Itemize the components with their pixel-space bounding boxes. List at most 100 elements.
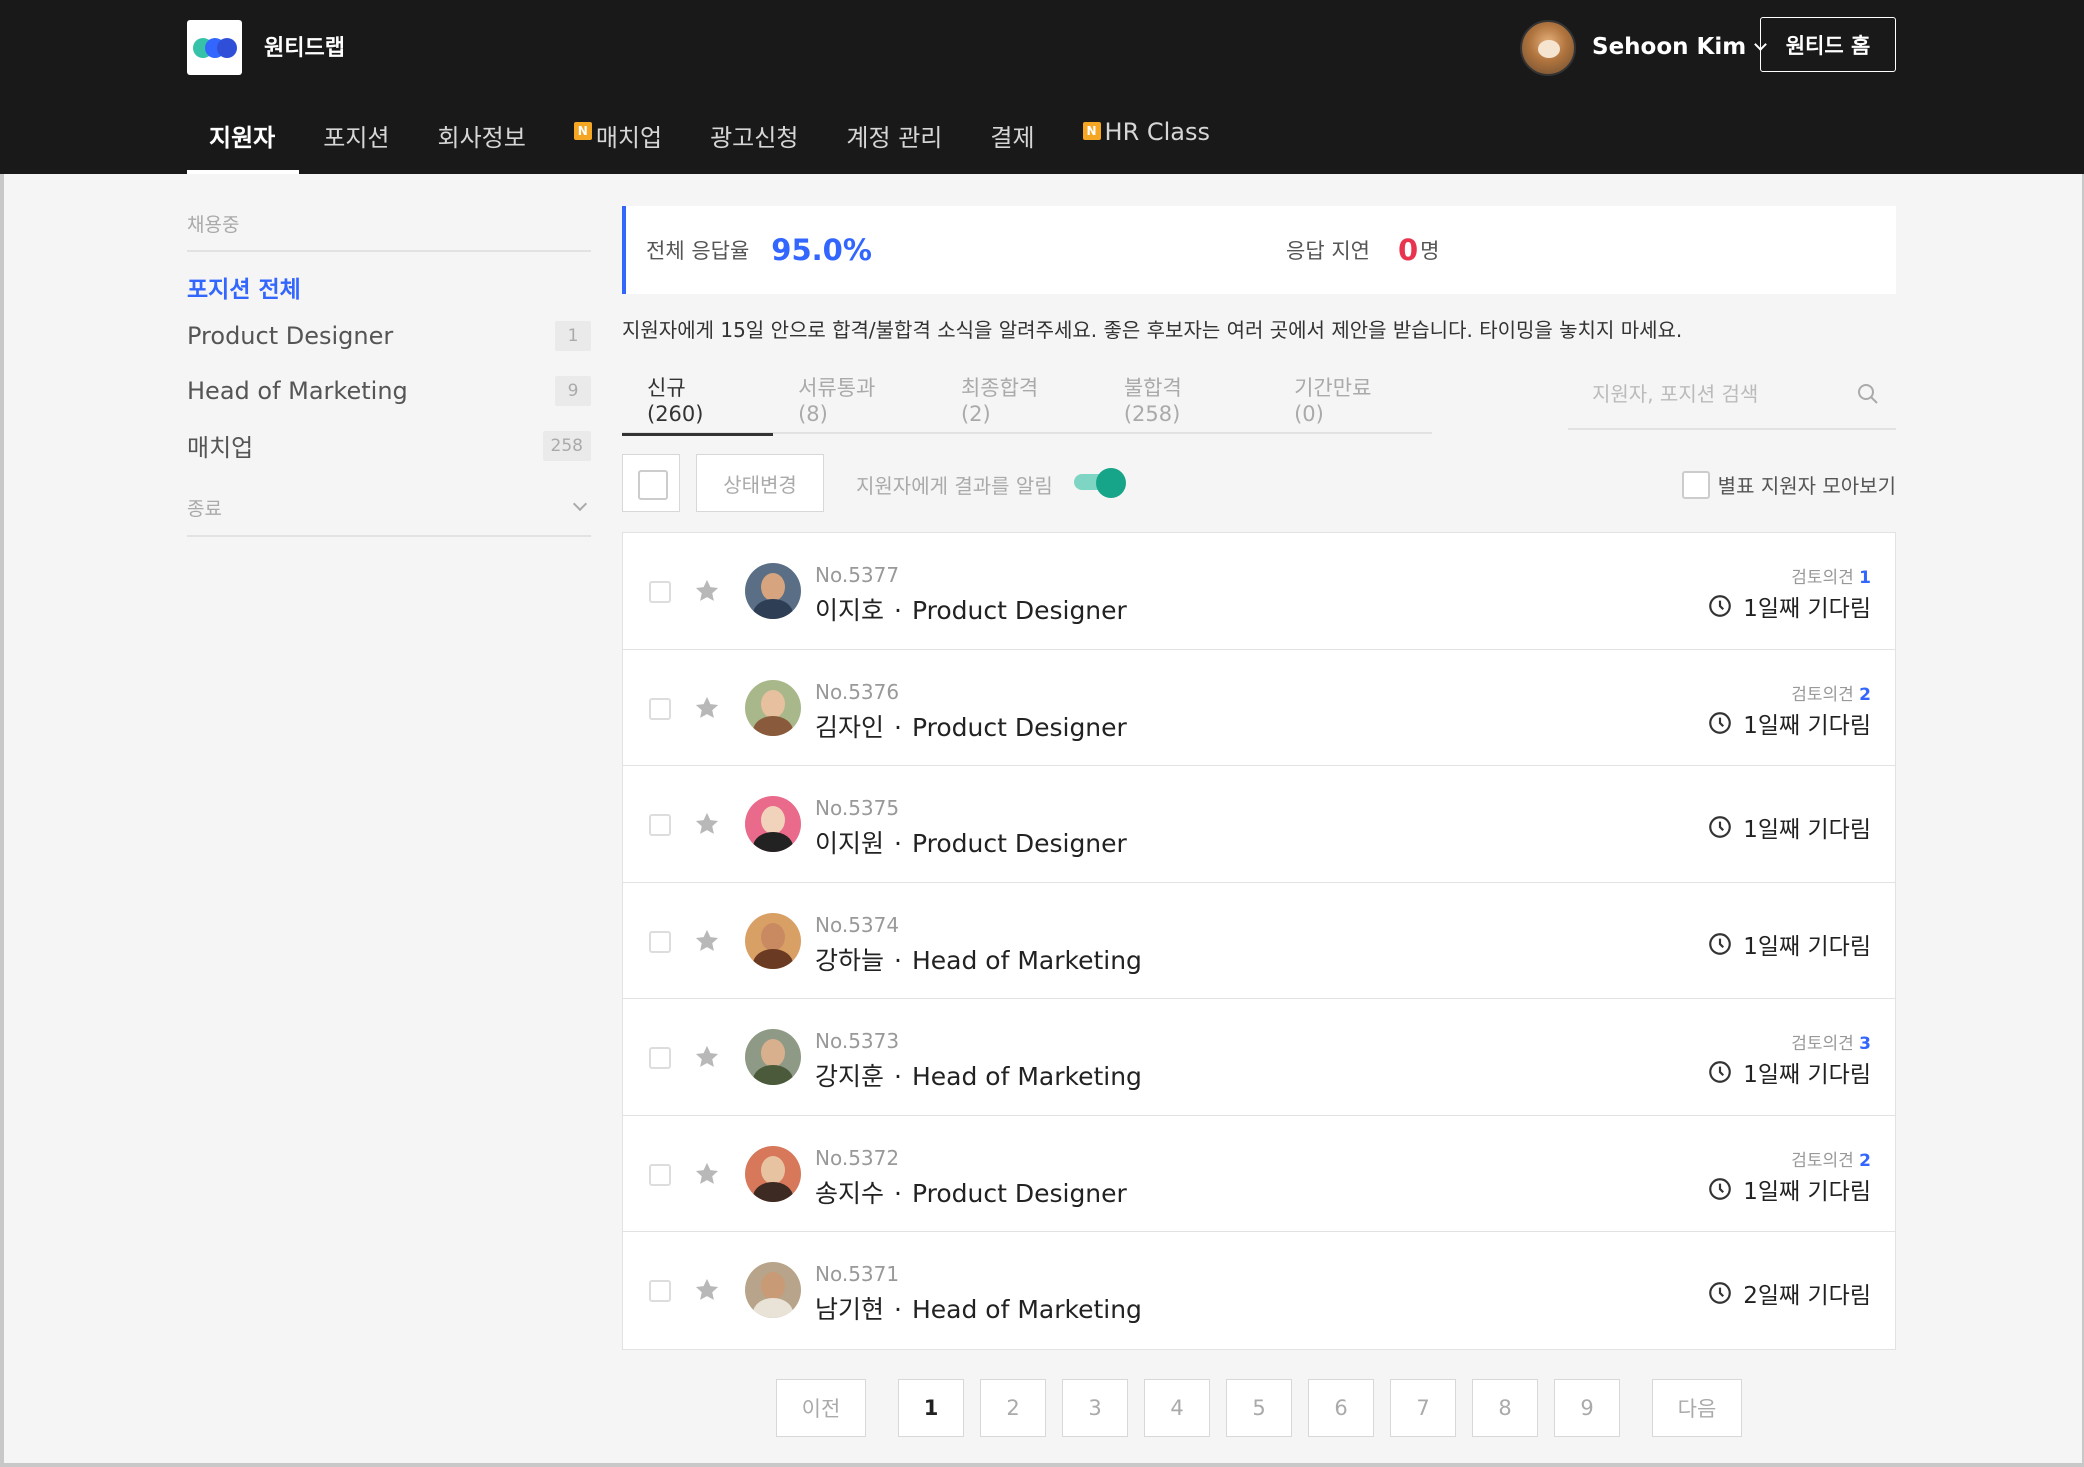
sidebar-item-label: Head of Marketing (187, 376, 408, 405)
applicant-row[interactable]: No.5377 이지호 · Product Designer 검토의견 1 1일째 … (623, 533, 1895, 650)
top-header: 원티드랩 Sehoon Kim 원티드 홈 지원자 포지션 회사정보 N 매치업 … (0, 0, 2084, 174)
page-button-5[interactable]: 5 (1226, 1379, 1292, 1437)
applicant-row[interactable]: No.5371 남기현 · Head of Marketing 2일째 기다림 (623, 1232, 1895, 1349)
page-button-7[interactable]: 7 (1390, 1379, 1456, 1437)
select-all-checkbox[interactable] (622, 454, 680, 512)
search-icon[interactable] (1856, 382, 1880, 406)
tab-document-passed[interactable]: 서류통과 (8) (773, 364, 936, 434)
applicant-name: 김자인 (815, 712, 885, 742)
applicant-name: 강하늘 (815, 945, 885, 975)
applicant-row[interactable]: No.5372 송지수 · Product Designer 검토의견 2 1일째 … (623, 1116, 1895, 1232)
star-icon[interactable] (693, 810, 721, 838)
review-number: 2 (1859, 1150, 1871, 1171)
page-button-6[interactable]: 6 (1308, 1379, 1374, 1437)
sidebar-section-ended[interactable]: 종료 (187, 473, 591, 537)
nav-label: HR Class (1104, 118, 1211, 146)
page-button-2[interactable]: 2 (980, 1379, 1046, 1437)
star-icon[interactable] (693, 1043, 721, 1071)
wait-days: 2일째 기다림 (1743, 1283, 1871, 1309)
applicant-row[interactable]: No.5373 강지훈 · Head of Marketing 검토의견 3 1일째… (623, 999, 1895, 1116)
applicant-title: 남기현 · Head of Marketing (815, 1295, 1142, 1324)
applicant-avatar (745, 1145, 801, 1202)
sidebar-item-matchup[interactable]: 매치업 258 (187, 418, 591, 473)
wait-days: 1일째 기다림 (1743, 712, 1871, 739)
applicant-row[interactable]: No.5376 김자인 · Product Designer 검토의견 2 1일째 … (623, 650, 1895, 766)
company-logo[interactable] (187, 20, 242, 75)
row-checkbox[interactable] (649, 697, 671, 720)
applicant-title: 이지원 · Product Designer (815, 829, 1127, 858)
search-input[interactable] (1592, 374, 1852, 414)
sidebar-item-all-positions[interactable]: 포지션 전체 (187, 270, 591, 308)
applicant-number: No.5376 (815, 679, 900, 704)
page-button-9[interactable]: 9 (1554, 1379, 1620, 1437)
brand-name: 원티드랩 (264, 36, 345, 61)
nav-label: 회사정보 (437, 124, 526, 152)
page-button-4[interactable]: 4 (1144, 1379, 1210, 1437)
tab-rejected[interactable]: 불합격 (258) (1099, 364, 1269, 434)
page-button-1[interactable]: 1 (898, 1379, 964, 1437)
nav-item-ads[interactable]: 광고신청 (686, 108, 822, 174)
toggle-knob (1096, 468, 1126, 498)
user-avatar[interactable] (1520, 20, 1576, 76)
wait-days: 1일째 기다림 (1743, 1062, 1871, 1088)
applicant-title: 김자인 · Product Designer (815, 712, 1127, 742)
wait-status: 1일째 기다림 (1707, 810, 1871, 844)
tab-expired[interactable]: 기간만료 (0) (1269, 364, 1432, 434)
applicant-name: 남기현 (815, 1295, 885, 1324)
star-icon[interactable] (693, 1160, 721, 1188)
new-badge-icon: N (1082, 122, 1101, 140)
review-count: 검토의견 3 (1791, 1029, 1871, 1054)
tab-final-accepted[interactable]: 최종합격 (2) (936, 364, 1099, 434)
wait-days: 1일째 기다림 (1743, 817, 1871, 843)
applicant-avatar (745, 1029, 801, 1085)
row-checkbox[interactable] (649, 581, 671, 603)
nav-item-positions[interactable]: 포지션 (299, 108, 413, 174)
wanted-home-button[interactable]: 원티드 홈 (1760, 17, 1896, 72)
status-tabs: 신규 (260) 서류통과 (8) 최종합격 (2) 불합격 (258) 기간만… (622, 364, 1432, 436)
applicant-row[interactable]: No.5374 강하늘 · Head of Marketing 1일째 기다림 (623, 883, 1895, 999)
notify-applicant-toggle[interactable] (1074, 468, 1126, 498)
response-delay-label: 응답 지연 (1286, 239, 1370, 263)
applicant-title: 강하늘 · Head of Marketing (815, 945, 1142, 975)
review-number: 1 (1859, 568, 1871, 588)
nav-item-payment[interactable]: 결제 (966, 108, 1058, 174)
starred-filter-checkbox[interactable] (1681, 470, 1710, 499)
applicant-avatar (745, 1262, 801, 1318)
page-button-3[interactable]: 3 (1062, 1379, 1128, 1437)
applicant-number: No.5374 (815, 912, 900, 937)
next-page-button[interactable]: 다음 (1652, 1379, 1742, 1437)
change-status-button[interactable]: 상태변경 (696, 454, 824, 512)
row-checkbox[interactable] (649, 930, 671, 953)
response-stats: 전체 응답율 95.0% 응답 지연 0 명 (622, 206, 1896, 294)
sidebar-item-head-of-marketing[interactable]: Head of Marketing 9 (187, 363, 591, 418)
row-checkbox[interactable] (649, 1280, 671, 1302)
clock-icon (1709, 932, 1732, 955)
applicant-position: Product Designer (911, 1178, 1127, 1208)
star-icon[interactable] (693, 1276, 721, 1304)
page-button-8[interactable]: 8 (1472, 1379, 1538, 1437)
wait-status: 1일째 기다림 (1707, 927, 1871, 961)
applicant-avatar (745, 912, 801, 969)
starred-filter[interactable]: 별표 지원자 모아보기 (1681, 470, 1896, 499)
wait-status: 1일째 기다림 (1707, 589, 1871, 623)
nav-item-matchup[interactable]: N 매치업 (550, 108, 686, 174)
row-checkbox[interactable] (649, 814, 671, 836)
notify-applicant-label: 지원자에게 결과를 알림 (856, 474, 1053, 498)
applicant-name: 이지호 (815, 596, 885, 625)
tab-new[interactable]: 신규 (260) (622, 364, 774, 436)
sidebar-item-label: Product Designer (187, 321, 394, 350)
prev-page-button[interactable]: 이전 (776, 1379, 866, 1437)
applicant-title: 강지훈 · Head of Marketing (815, 1062, 1142, 1091)
row-checkbox[interactable] (649, 1163, 671, 1186)
nav-item-applicants[interactable]: 지원자 (187, 108, 300, 174)
nav-item-hr-class[interactable]: N HR Class (1059, 108, 1235, 174)
nav-item-account[interactable]: 계정 관리 (822, 108, 966, 174)
applicant-row[interactable]: No.5375 이지원 · Product Designer 1일째 기다림 (623, 766, 1895, 883)
sidebar-item-product-designer[interactable]: Product Designer 1 (187, 308, 591, 363)
star-icon[interactable] (693, 694, 721, 722)
star-icon[interactable] (693, 577, 721, 605)
nav-item-company[interactable]: 회사정보 (414, 108, 550, 174)
star-icon[interactable] (693, 927, 721, 955)
user-menu[interactable]: Sehoon Kim (1592, 34, 1768, 60)
row-checkbox[interactable] (649, 1047, 671, 1069)
